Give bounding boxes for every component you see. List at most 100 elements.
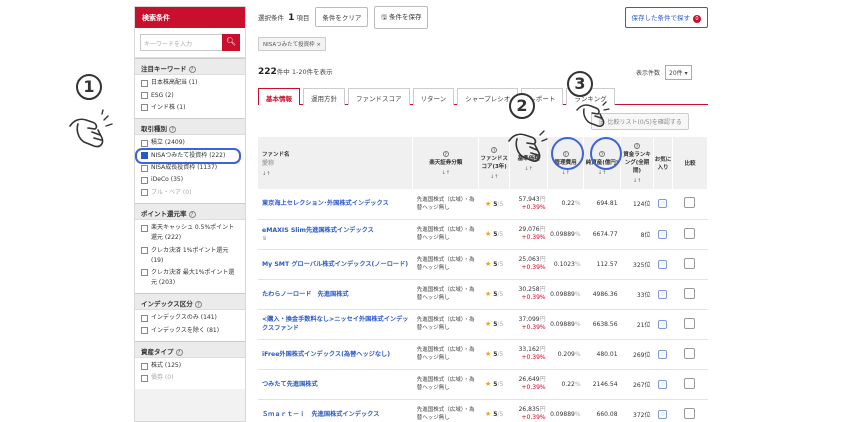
filter-option[interactable]: 楽天キャッシュ 0.5%ポイント還元 (222) (141, 222, 239, 244)
step-2-marker: 2 (509, 93, 535, 119)
fund-name-link[interactable]: <購入・換金手数料なし>ニッセイ外国株式インデックスファンド (258, 315, 413, 333)
header-ranking[interactable]: ? 資金ランキング(全期間) ↓↑ (620, 137, 654, 189)
heart-icon[interactable]: ♡ (658, 259, 668, 269)
fund-assets: 6674.77 (583, 219, 621, 250)
heart-icon[interactable]: ♡ (658, 289, 668, 299)
filter-option[interactable]: iDeCo (35) (141, 174, 239, 186)
filter-option[interactable]: ブル・ベア (0) (141, 187, 239, 199)
filter-option[interactable]: 積立 (2409) (141, 137, 239, 149)
compare-checkbox[interactable] (684, 377, 696, 389)
filter-option-label: クレカ決済 最大1%ポイント還元 (203) (151, 268, 235, 286)
tab-0[interactable]: 基本情報 (258, 88, 300, 105)
filter-option[interactable]: クレカ決済 最大1%ポイント還元 (203) (141, 267, 239, 289)
tab-2[interactable]: ファンドスコア (348, 88, 410, 105)
filter-option[interactable]: インデックスを除く (81) (141, 325, 239, 337)
compare-checkbox[interactable] (684, 257, 696, 269)
price-unit: 円 (539, 195, 546, 203)
sort-icon[interactable]: ↓↑ (413, 170, 478, 176)
header-compare: 比較 (672, 137, 709, 189)
search-button[interactable]: 🔍︎ (222, 34, 240, 51)
sort-icon[interactable]: ↓↑ (479, 174, 509, 180)
help-icon[interactable]: ? (491, 146, 498, 153)
filter-option[interactable]: クレカ決済 1%ポイント還元 (19) (141, 244, 239, 266)
help-icon[interactable]: ? (634, 142, 641, 149)
star-icon: ★ (485, 290, 492, 298)
heart-icon[interactable]: ♡ (658, 379, 668, 389)
header-fund-name[interactable]: ファンド名 愛称 ↓↑ (258, 137, 414, 189)
compare-checkbox[interactable] (684, 197, 696, 209)
saved-search-button[interactable]: 保存した条件で探す 0 (624, 6, 708, 28)
per-page-select[interactable]: 20件 ▾ (665, 65, 692, 80)
sort-icon[interactable]: ↓↑ (584, 170, 620, 176)
checkbox[interactable] (141, 152, 148, 160)
help-icon[interactable]: ? (169, 126, 176, 134)
fund-price: 37,099円 +0.39% (509, 309, 548, 340)
condition-chip[interactable]: NISAつみたて投資枠 × (258, 37, 326, 51)
checkbox[interactable] (141, 224, 148, 232)
fund-name-link[interactable]: eMAXIS Slim先進国株式インデックス (258, 226, 413, 235)
checkbox[interactable] (141, 327, 148, 335)
fund-name-link[interactable]: iFree外国株式インデックス(為替ヘッジなし) (258, 350, 413, 359)
price-unit: 円 (539, 286, 546, 293)
help-icon[interactable]: ? (188, 211, 196, 218)
compare-checkbox[interactable] (684, 227, 696, 239)
sort-icon[interactable]: ↓↑ (262, 171, 412, 177)
filter-option[interactable]: インデックスのみ (141) (141, 312, 239, 324)
compare-checkbox[interactable] (684, 347, 696, 359)
hand-pointer-icon (508, 130, 548, 162)
help-icon[interactable]: ? (442, 150, 449, 157)
checkbox[interactable] (141, 164, 148, 172)
filter-option[interactable]: ESG (2) (141, 89, 239, 101)
tab-3[interactable]: リターン (412, 88, 455, 105)
help-icon[interactable]: ? (175, 348, 183, 356)
filter-option[interactable]: NISA成長投資枠 (1137) (141, 162, 239, 174)
fund-price: 26,649円 +0.39% (509, 369, 548, 400)
checkbox[interactable] (141, 92, 148, 100)
checkbox[interactable] (141, 104, 148, 112)
heart-icon[interactable]: ♡ (658, 229, 668, 239)
fund-assets: 4986.36 (583, 279, 621, 310)
heart-icon[interactable]: ♡ (658, 409, 668, 419)
checkbox[interactable] (141, 269, 148, 277)
save-conditions-button[interactable]: 🖫︎ 条件を保存 (374, 5, 429, 29)
checkbox[interactable] (141, 189, 148, 197)
fund-rank: 269位 (620, 339, 654, 370)
filter-option[interactable]: 日本株高配当 (1) (141, 77, 239, 89)
filter-option[interactable]: インド株 (1) (141, 102, 239, 114)
clear-conditions-button[interactable]: 条件をクリア (315, 7, 369, 27)
fund-assets: 2146.54 (583, 369, 621, 400)
help-icon[interactable]: ? (188, 66, 196, 73)
compare-checkbox[interactable] (684, 407, 696, 419)
heart-icon[interactable]: ♡ (658, 349, 668, 359)
checkbox[interactable] (141, 362, 148, 370)
checkbox[interactable] (141, 247, 148, 255)
checkbox[interactable] (141, 139, 148, 147)
filter-option[interactable]: 株式 (125) (141, 360, 239, 372)
fund-name-link[interactable]: つみたて先進国株式 (258, 380, 413, 389)
compare-checkbox[interactable] (684, 287, 696, 299)
sort-icon[interactable]: ↓↑ (621, 178, 653, 184)
checkbox[interactable] (141, 79, 148, 87)
section-title-label: インデックス区分 (141, 300, 193, 309)
checkbox[interactable] (141, 374, 148, 382)
fund-name-link[interactable]: My SMT グローバル株式インデックス(ノーロード) (258, 260, 413, 269)
header-category[interactable]: ? 楽天証券分類 ↓↑ (412, 137, 480, 189)
result-count: 222件中 1-20件を表示 (258, 66, 333, 77)
help-icon[interactable]: ? (194, 301, 202, 309)
fee-value: 0.09889 (550, 230, 575, 238)
sort-icon[interactable]: ↓↑ (548, 170, 583, 176)
heart-icon[interactable]: ♡ (658, 199, 668, 209)
checkbox[interactable] (141, 176, 148, 184)
fund-name-link[interactable]: Ｓｍａｒｔ－ｉ 先進国株式インデックス (258, 410, 413, 419)
filter-option[interactable]: 債券 (0) (141, 372, 239, 384)
fund-name-link[interactable]: たわらノーロード 先進国株式 (258, 290, 413, 299)
compare-checkbox[interactable] (684, 317, 696, 329)
keyword-input[interactable]: キーワードを入力 (140, 34, 222, 51)
fund-assets: 112.57 (583, 249, 621, 280)
tab-1[interactable]: 運用方針 (303, 88, 345, 105)
fund-name-link[interactable]: 東京海上セレクション･外国株式インデックス (258, 199, 413, 208)
filter-option[interactable]: NISAつみたて投資枠 (222) (135, 147, 241, 164)
heart-icon[interactable]: ♡ (658, 319, 668, 329)
filter-option-label: ブル・ベア (0) (151, 188, 192, 196)
checkbox[interactable] (141, 314, 148, 322)
